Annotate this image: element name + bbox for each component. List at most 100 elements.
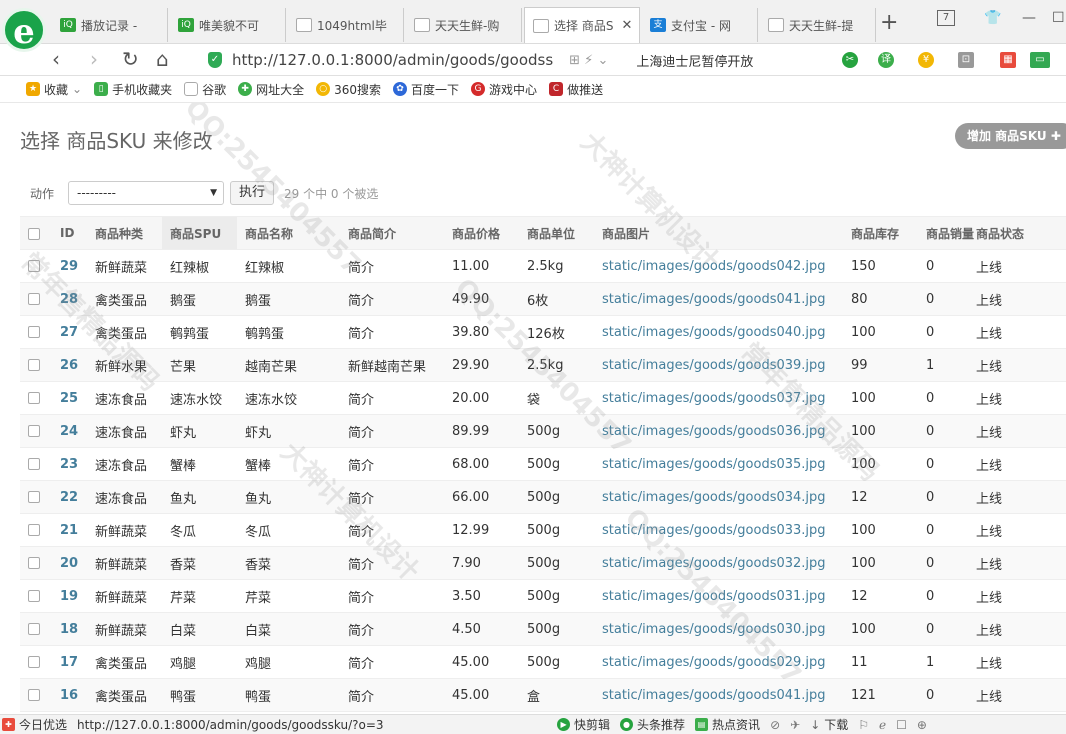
- tab-4[interactable]: 天天生鲜-购: [406, 8, 522, 42]
- search-suggestion[interactable]: 上海迪士尼暂停开放: [636, 51, 753, 70]
- image-path-link[interactable]: static/images/goods/goods039.jpg: [602, 358, 826, 373]
- row-checkbox-cell[interactable]: [20, 315, 52, 349]
- column-header[interactable]: ID: [52, 216, 87, 250]
- url-tools-icon[interactable]: ⊞ ⚡ ⌄: [569, 53, 608, 68]
- scissors-icon[interactable]: ✂: [842, 52, 858, 68]
- image-path-link[interactable]: static/images/goods/goods035.jpg: [602, 457, 826, 472]
- row-checkbox-cell[interactable]: [20, 414, 52, 448]
- row-checkbox[interactable]: [28, 524, 40, 536]
- image-path-link[interactable]: static/images/goods/goods030.jpg: [602, 622, 826, 637]
- image-path-link[interactable]: static/images/goods/goods041.jpg: [602, 688, 826, 703]
- row-checkbox-cell[interactable]: [20, 579, 52, 613]
- row-id-link[interactable]: 21: [60, 523, 78, 538]
- bookmark-baidu[interactable]: ✿ 百度一下: [393, 81, 459, 98]
- maximize-icon[interactable]: ☐: [1052, 10, 1065, 26]
- image-path-link[interactable]: static/images/goods/goods033.jpg: [602, 523, 826, 538]
- row-id-link[interactable]: 17: [60, 655, 78, 670]
- bookmark-mobile[interactable]: ▯ 手机收藏夹: [94, 81, 172, 98]
- speed-icon[interactable]: ⊘: [770, 718, 780, 732]
- tab-1[interactable]: iQ 播放记录 -: [52, 8, 168, 42]
- row-checkbox-cell[interactable]: [20, 249, 52, 283]
- row-id-link[interactable]: 28: [60, 292, 78, 307]
- row-id-link[interactable]: 25: [60, 391, 78, 406]
- row-checkbox-cell[interactable]: [20, 645, 52, 679]
- row-checkbox-cell[interactable]: [20, 513, 52, 547]
- row-id-link[interactable]: 24: [60, 424, 78, 439]
- row-checkbox[interactable]: [28, 590, 40, 602]
- row-checkbox-cell[interactable]: [20, 348, 52, 382]
- column-header[interactable]: 商品种类: [87, 216, 162, 250]
- checkbox[interactable]: [28, 227, 40, 240]
- flag-icon[interactable]: ⚐: [858, 718, 869, 732]
- row-id-link[interactable]: 20: [60, 556, 78, 571]
- image-path-link[interactable]: static/images/goods/goods037.jpg: [602, 391, 826, 406]
- row-id-link[interactable]: 16: [60, 688, 78, 703]
- url-input[interactable]: ✓ http://127.0.0.1:8000/admin/goods/good…: [208, 47, 808, 73]
- row-checkbox[interactable]: [28, 425, 40, 437]
- row-id-link[interactable]: 26: [60, 358, 78, 373]
- row-id-link[interactable]: 18: [60, 622, 78, 637]
- status-item-quickcut[interactable]: ▶ 快剪辑: [557, 716, 610, 733]
- image-path-link[interactable]: static/images/goods/goods029.jpg: [602, 655, 826, 670]
- row-id-link[interactable]: 22: [60, 490, 78, 505]
- bookmark-games[interactable]: G 游戏中心: [471, 81, 537, 98]
- column-header[interactable]: 商品单位: [519, 216, 594, 250]
- column-header[interactable]: 商品SPU: [162, 216, 237, 250]
- zoom-icon[interactable]: ⊕: [917, 718, 927, 732]
- row-checkbox-cell[interactable]: [20, 480, 52, 514]
- row-checkbox-cell[interactable]: [20, 381, 52, 415]
- forward-icon[interactable]: ›: [90, 47, 98, 71]
- battery-icon[interactable]: ▭: [1030, 52, 1050, 68]
- image-path-link[interactable]: static/images/goods/goods041.jpg: [602, 292, 826, 307]
- row-checkbox-cell[interactable]: [20, 678, 52, 712]
- row-checkbox[interactable]: [28, 392, 40, 404]
- row-checkbox-cell[interactable]: [20, 282, 52, 316]
- row-checkbox[interactable]: [28, 260, 40, 272]
- column-header[interactable]: 商品状态: [968, 216, 1066, 250]
- status-item-download[interactable]: ↓ 下载: [810, 716, 848, 733]
- image-path-link[interactable]: static/images/goods/goods032.jpg: [602, 556, 826, 571]
- today-picks[interactable]: ✚ 今日优选: [2, 716, 67, 733]
- tab-6[interactable]: 支 支付宝 - 网: [642, 8, 758, 42]
- apps-grid-icon[interactable]: ▦: [1000, 52, 1016, 68]
- close-tab-icon[interactable]: ✕: [621, 18, 632, 33]
- row-checkbox[interactable]: [28, 293, 40, 305]
- row-checkbox[interactable]: [28, 656, 40, 668]
- row-checkbox[interactable]: [28, 458, 40, 470]
- row-id-link[interactable]: 27: [60, 325, 78, 340]
- coupon-icon[interactable]: ¥: [918, 52, 934, 68]
- column-header[interactable]: 商品名称: [237, 216, 340, 250]
- minimize-icon[interactable]: —: [1022, 10, 1036, 26]
- row-id-link[interactable]: 23: [60, 457, 78, 472]
- column-header[interactable]: 商品价格: [444, 216, 519, 250]
- status-item-hotnews[interactable]: ▤ 热点资讯: [695, 716, 760, 733]
- run-action-button[interactable]: 执行: [230, 181, 275, 205]
- pin-icon[interactable]: ✈: [790, 718, 800, 732]
- tab-7[interactable]: 天天生鲜-提: [760, 8, 876, 42]
- tab-counter[interactable]: 7: [937, 10, 955, 26]
- image-path-link[interactable]: static/images/goods/goods042.jpg: [602, 259, 826, 274]
- row-checkbox[interactable]: [28, 326, 40, 338]
- image-path-link[interactable]: static/images/goods/goods034.jpg: [602, 490, 826, 505]
- row-checkbox[interactable]: [28, 491, 40, 503]
- bookmark-favorites[interactable]: ★ 收藏 ⌄: [26, 81, 82, 98]
- row-checkbox[interactable]: [28, 623, 40, 635]
- column-header[interactable]: 商品库存: [843, 216, 918, 250]
- new-tab-button[interactable]: +: [880, 10, 898, 35]
- row-checkbox[interactable]: [28, 557, 40, 569]
- reload-icon[interactable]: ↻: [122, 47, 139, 71]
- image-path-link[interactable]: static/images/goods/goods036.jpg: [602, 424, 826, 439]
- add-sku-button[interactable]: 增加 商品SKU ✚: [955, 123, 1066, 149]
- row-checkbox[interactable]: [28, 359, 40, 371]
- image-path-link[interactable]: static/images/goods/goods040.jpg: [602, 325, 826, 340]
- screenshot-icon[interactable]: ⊡: [958, 52, 974, 68]
- tab-2[interactable]: iQ 唯美貌不可: [170, 8, 286, 42]
- row-checkbox[interactable]: [28, 689, 40, 701]
- bookmark-push[interactable]: C 做推送: [549, 81, 603, 98]
- browser-logo-icon[interactable]: e: [2, 8, 46, 52]
- tab-3[interactable]: 1049html毕: [288, 8, 404, 42]
- row-checkbox-cell[interactable]: [20, 612, 52, 646]
- column-header[interactable]: 商品销量: [918, 216, 974, 250]
- row-id-link[interactable]: 29: [60, 259, 78, 274]
- status-item-headlines[interactable]: ● 头条推荐: [620, 716, 685, 733]
